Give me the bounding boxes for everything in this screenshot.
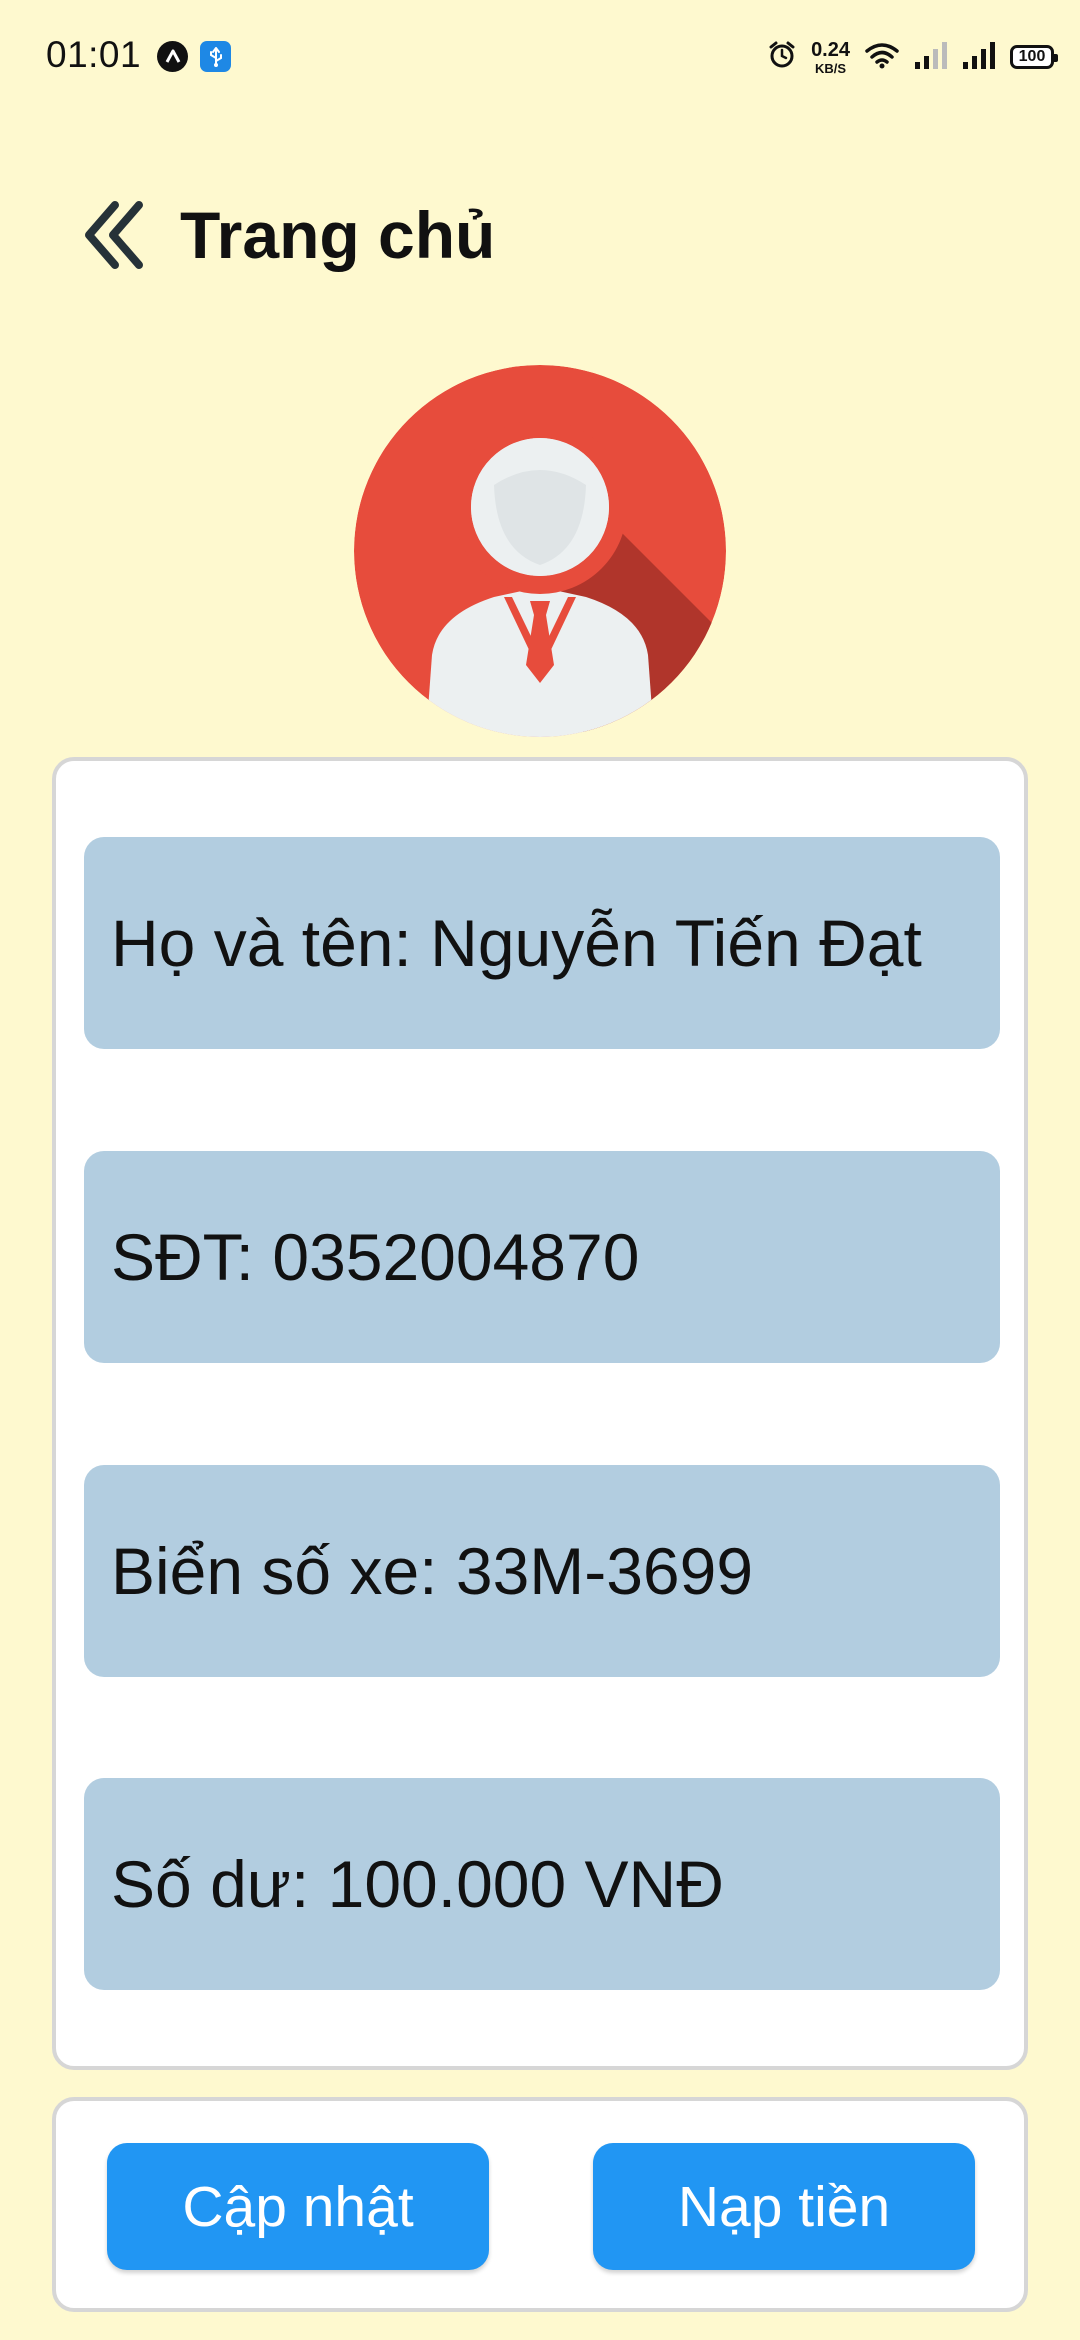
signal-weak-icon <box>914 40 948 75</box>
signal-icon <box>962 40 996 75</box>
network-speed: 0.24 KB/S <box>811 40 850 75</box>
app-notification-icon <box>157 41 188 72</box>
status-right-group: 0.24 KB/S 100 <box>767 36 1058 78</box>
action-card: Cập nhật Nạp tiền <box>52 2097 1028 2312</box>
double-chevron-left-icon <box>85 201 143 269</box>
back-button[interactable] <box>80 195 150 275</box>
status-bar: 01:01 0.24 KB/S 100 <box>0 0 1080 115</box>
balance-field: Số dư: 100.000 VNĐ <box>84 1778 1000 1990</box>
name-field: Họ và tên: Nguyễn Tiến Đạt <box>84 837 1000 1049</box>
status-time: 01:01 <box>46 34 142 75</box>
user-avatar <box>354 365 726 737</box>
alarm-icon <box>767 40 797 75</box>
top-up-button[interactable]: Nạp tiền <box>593 2143 975 2270</box>
usb-icon <box>200 41 231 72</box>
wifi-icon <box>864 41 900 74</box>
battery-icon: 100 <box>1010 45 1058 69</box>
network-speed-value: 0.24 <box>811 38 850 61</box>
user-avatar-icon <box>354 365 726 737</box>
phone-field: SĐT: 0352004870 <box>84 1151 1000 1363</box>
battery-level: 100 <box>1018 48 1046 65</box>
profile-card: Họ và tên: Nguyễn Tiến Đạt SĐT: 03520048… <box>52 757 1028 2070</box>
update-button[interactable]: Cập nhật <box>107 2143 489 2270</box>
header: Trang chủ <box>80 195 495 275</box>
network-speed-unit: KB/S <box>815 60 847 76</box>
page-title: Trang chủ <box>180 198 496 272</box>
license-plate-field: Biển số xe: 33M-3699 <box>84 1465 1000 1677</box>
